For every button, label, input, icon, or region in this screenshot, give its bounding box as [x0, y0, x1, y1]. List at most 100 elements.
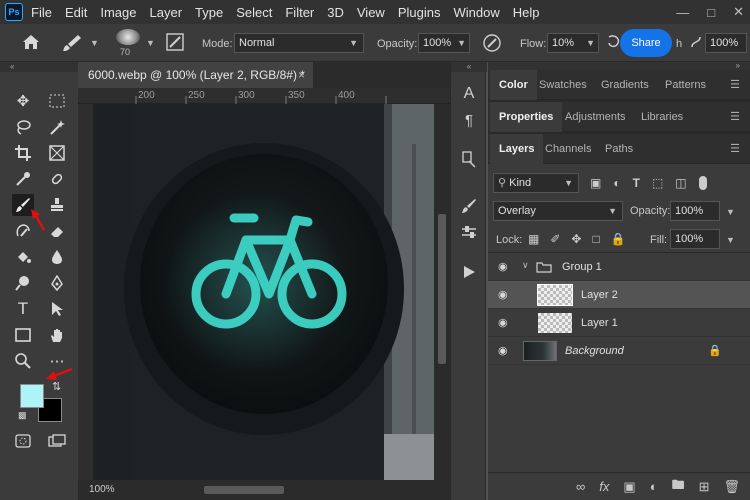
tab-libraries[interactable]: Libraries	[632, 102, 692, 132]
path-selection-tool-icon[interactable]	[46, 298, 68, 320]
layer-name[interactable]: Group 1	[562, 261, 602, 273]
flow-input[interactable]: 10% ▼	[547, 33, 599, 53]
panel-menu-icon[interactable]: ☰	[730, 134, 740, 164]
tab-paths[interactable]: Paths	[596, 134, 642, 164]
character-panel-icon[interactable]: A	[459, 84, 479, 104]
hand-tool-icon[interactable]	[46, 324, 68, 346]
new-layer-icon[interactable]: ⊞	[699, 479, 710, 495]
screen-mode-icon[interactable]	[46, 430, 68, 452]
zoom-tool-icon[interactable]	[12, 350, 34, 372]
menu-help[interactable]: Help	[513, 5, 540, 20]
glyphs-panel-icon[interactable]	[459, 150, 479, 170]
minimize-icon[interactable]: —	[676, 5, 689, 20]
paint-bucket-tool-icon[interactable]	[12, 246, 34, 268]
filter-adjustment-icon[interactable]: ◐	[613, 176, 620, 190]
brush-tool-preset-icon[interactable]	[62, 34, 82, 55]
filter-pixel-icon[interactable]: ▣	[590, 176, 601, 190]
visibility-eye-icon[interactable]: ◉	[498, 260, 512, 274]
layer-style-icon[interactable]: fx	[599, 479, 609, 494]
layer-name[interactable]: Layer 1	[581, 317, 618, 329]
link-layers-icon[interactable]: ∞	[576, 479, 585, 494]
crop-tool-icon[interactable]	[12, 142, 34, 164]
dock-collapse-icon[interactable]: «	[451, 62, 487, 72]
chevron-down-icon[interactable]: ▼	[726, 235, 735, 245]
chevron-down-icon[interactable]: ▼	[726, 207, 735, 217]
lock-position-icon[interactable]: ✥	[571, 232, 581, 246]
chevron-down-icon[interactable]: ▼	[146, 38, 155, 48]
panels-collapse-icon[interactable]: »	[488, 62, 750, 70]
toolbox-collapse-icon[interactable]: «	[0, 62, 78, 72]
menu-type[interactable]: Type	[195, 5, 223, 20]
new-group-icon[interactable]: 🖿	[672, 476, 685, 498]
close-icon[interactable]: ×	[298, 62, 305, 88]
menu-select[interactable]: Select	[236, 5, 272, 20]
healing-brush-tool-icon[interactable]	[46, 168, 68, 190]
zoom-level[interactable]: 100%	[89, 484, 115, 495]
tab-adjustments[interactable]: Adjustments	[556, 102, 635, 132]
visibility-eye-icon[interactable]: ◉	[498, 316, 512, 330]
dodge-tool-icon[interactable]	[12, 272, 34, 294]
filter-smart-object-icon[interactable]: ◫	[675, 176, 686, 190]
move-tool-icon[interactable]: ✥	[12, 90, 34, 112]
menu-3d[interactable]: 3D	[327, 5, 344, 20]
close-icon[interactable]: ✕	[733, 4, 744, 20]
panel-menu-icon[interactable]: ☰	[730, 70, 740, 100]
lock-transparent-icon[interactable]: ▦	[528, 232, 539, 246]
layer-name[interactable]: Background	[565, 345, 624, 357]
filter-shape-icon[interactable]: ⬚	[652, 176, 663, 190]
brush-settings-panel-icon[interactable]	[459, 196, 479, 216]
lock-artboard-icon[interactable]: □	[592, 232, 599, 246]
menu-window[interactable]: Window	[453, 5, 499, 20]
paragraph-panel-icon[interactable]: ¶	[459, 110, 479, 130]
pressure-opacity-icon[interactable]	[482, 33, 502, 56]
frame-tool-icon[interactable]	[46, 142, 68, 164]
lasso-tool-icon[interactable]	[12, 116, 34, 138]
scrollbar-thumb[interactable]	[438, 214, 446, 364]
add-mask-icon[interactable]: ▣	[623, 479, 635, 495]
home-icon[interactable]	[22, 34, 40, 53]
tab-gradients[interactable]: Gradients	[592, 70, 658, 100]
menu-filter[interactable]: Filter	[285, 5, 314, 20]
menu-plugins[interactable]: Plugins	[398, 5, 441, 20]
adjustments-sliders-icon[interactable]	[459, 222, 479, 242]
layer-row[interactable]: ◉ Layer 1	[488, 309, 750, 337]
menu-layer[interactable]: Layer	[150, 5, 183, 20]
smoothing-icon[interactable]	[690, 35, 702, 52]
rectangle-tool-icon[interactable]	[12, 324, 34, 346]
chevron-down-icon[interactable]: ∨	[522, 260, 529, 271]
layer-opacity-input[interactable]: 100%	[670, 201, 720, 221]
foreground-color-swatch[interactable]	[20, 384, 44, 408]
tab-patterns[interactable]: Patterns	[656, 70, 715, 100]
marquee-tool-icon[interactable]	[46, 90, 68, 112]
blur-tool-icon[interactable]	[46, 246, 68, 268]
layer-row-background[interactable]: ◉ Background 🔒	[488, 337, 750, 365]
blend-mode-select[interactable]: Overlay ▼	[493, 201, 623, 221]
opacity-input[interactable]: 100% ▼	[418, 33, 470, 53]
canvas[interactable]	[94, 104, 434, 480]
chevron-down-icon[interactable]: ▼	[90, 38, 99, 48]
lock-all-icon[interactable]: 🔒	[611, 232, 626, 246]
maximize-icon[interactable]: □	[707, 5, 715, 20]
smoothing-input[interactable]: 100%	[705, 33, 747, 53]
share-button[interactable]: Share	[620, 29, 672, 57]
visibility-eye-icon[interactable]: ◉	[498, 344, 512, 358]
mode-select[interactable]: Normal ▼	[234, 33, 364, 53]
horizontal-scrollbar-thumb[interactable]	[204, 486, 284, 494]
layer-name[interactable]: Layer 2	[581, 289, 618, 301]
quick-mask-icon[interactable]	[12, 430, 34, 452]
type-tool-icon[interactable]: T	[12, 298, 34, 320]
lock-image-icon[interactable]: ✐	[550, 232, 560, 246]
brush-preview-icon[interactable]	[116, 29, 140, 45]
default-colors-icon[interactable]: ▩	[18, 410, 27, 421]
pen-tool-icon[interactable]	[46, 272, 68, 294]
menu-image[interactable]: Image	[100, 5, 136, 20]
menu-edit[interactable]: Edit	[65, 5, 87, 20]
new-adjustment-layer-icon[interactable]: ◐	[650, 479, 658, 494]
tab-properties[interactable]: Properties	[490, 102, 563, 132]
layer-row-group[interactable]: ◉ ∨ Group 1	[488, 253, 750, 281]
brush-settings-icon[interactable]	[166, 33, 184, 54]
magic-wand-tool-icon[interactable]	[46, 116, 68, 138]
visibility-eye-icon[interactable]: ◉	[498, 288, 512, 302]
menu-view[interactable]: View	[357, 5, 385, 20]
play-actions-icon[interactable]	[459, 262, 479, 282]
